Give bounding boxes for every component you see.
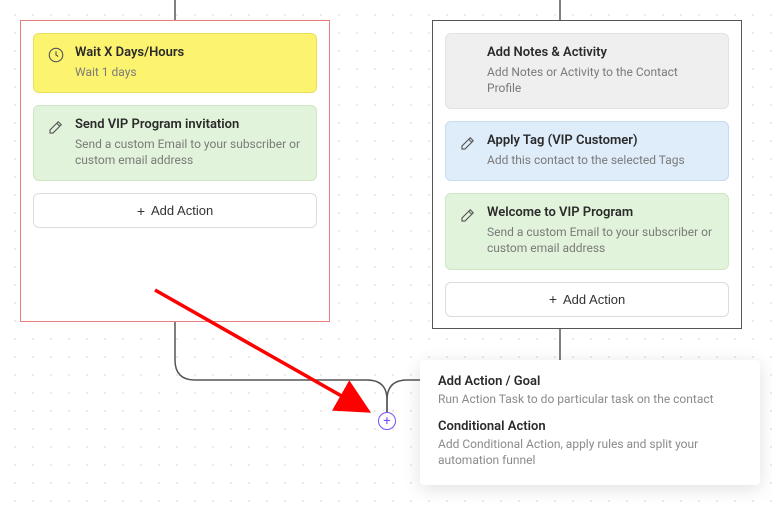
opt1-title: Add Action / Goal: [438, 374, 742, 389]
notes-title: Add Notes & Activity: [487, 45, 715, 62]
action-panel-right: Add Notes & Activity Add Notes or Activi…: [432, 20, 742, 329]
plus-icon: +: [137, 204, 145, 218]
add-action-label: Add Action: [151, 203, 213, 218]
compose-icon: [47, 118, 65, 136]
opt2-desc: Add Conditional Action, apply rules and …: [438, 436, 742, 468]
menu-option-action-goal[interactable]: Add Action / Goal Run Action Task to do …: [438, 374, 742, 407]
welcome-title: Welcome to VIP Program: [487, 205, 715, 222]
add-action-button-left[interactable]: + Add Action: [33, 193, 317, 228]
action-panel-left: Wait X Days/Hours Wait 1 days Send VIP P…: [20, 20, 330, 322]
wait-step[interactable]: Wait X Days/Hours Wait 1 days: [33, 33, 317, 93]
tag-icon: [459, 134, 477, 152]
wait-title: Wait X Days/Hours: [75, 45, 303, 62]
compose-icon: [459, 206, 477, 224]
add-action-label: Add Action: [563, 292, 625, 307]
plus-icon: +: [549, 292, 557, 306]
tag-title: Apply Tag (VIP Customer): [487, 133, 715, 150]
add-node-button[interactable]: +: [378, 412, 396, 430]
email-desc: Send a custom Email to your subscriber o…: [75, 136, 303, 168]
opt2-title: Conditional Action: [438, 419, 742, 434]
welcome-desc: Send a custom Email to your subscriber o…: [487, 224, 715, 256]
add-notes-step[interactable]: Add Notes & Activity Add Notes or Activi…: [445, 33, 729, 109]
wait-desc: Wait 1 days: [75, 64, 303, 80]
add-action-button-right[interactable]: + Add Action: [445, 282, 729, 317]
send-email-step[interactable]: Send VIP Program invitation Send a custo…: [33, 105, 317, 181]
email-title: Send VIP Program invitation: [75, 117, 303, 134]
notes-desc: Add Notes or Activity to the Contact Pro…: [487, 64, 715, 96]
menu-option-conditional[interactable]: Conditional Action Add Conditional Actio…: [438, 419, 742, 468]
apply-tag-step[interactable]: Apply Tag (VIP Customer) Add this contac…: [445, 121, 729, 181]
opt1-desc: Run Action Task to do particular task on…: [438, 391, 742, 407]
clock-icon: [47, 46, 65, 64]
add-node-menu: Add Action / Goal Run Action Task to do …: [420, 360, 760, 485]
welcome-email-step[interactable]: Welcome to VIP Program Send a custom Ema…: [445, 193, 729, 269]
tag-desc: Add this contact to the selected Tags: [487, 152, 715, 168]
